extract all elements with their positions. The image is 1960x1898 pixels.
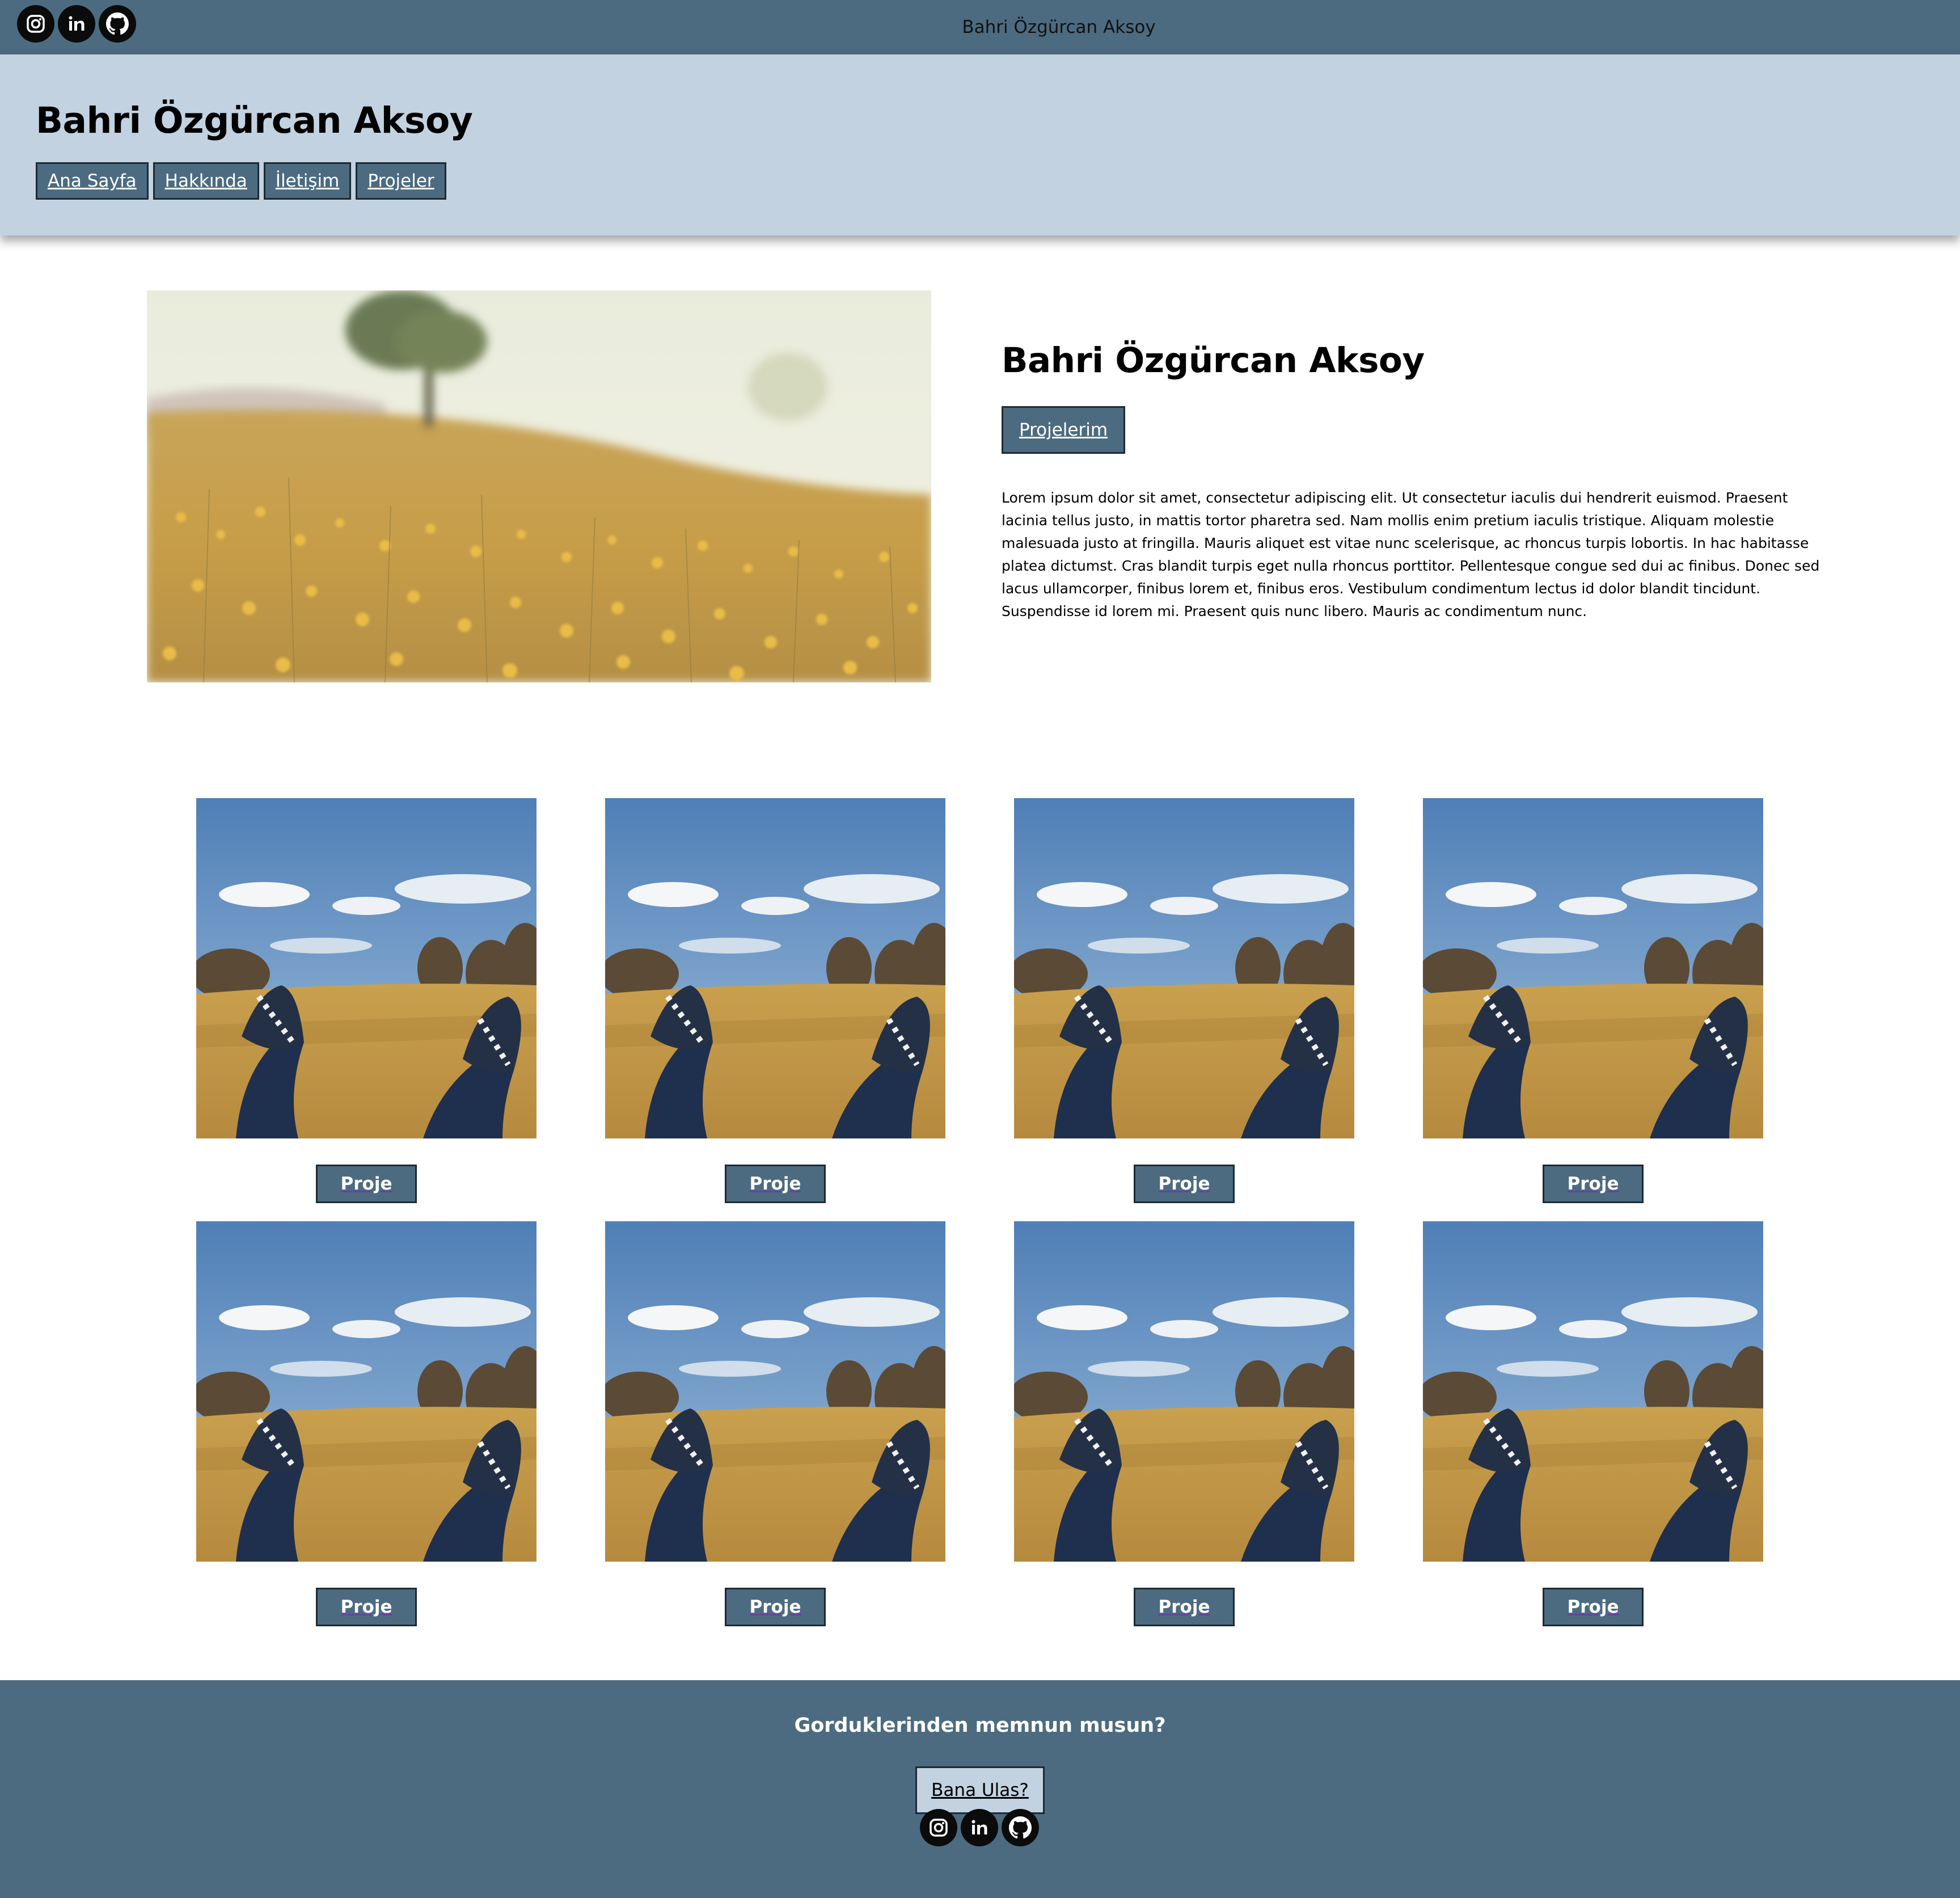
github-icon[interactable] xyxy=(99,5,136,43)
project-button[interactable]: Proje xyxy=(1134,1588,1235,1626)
linkedin-icon[interactable] xyxy=(58,5,95,43)
project-thumbnail xyxy=(1423,1221,1763,1562)
linkedin-icon[interactable] xyxy=(961,1809,998,1846)
nav-about[interactable]: Hakkında xyxy=(153,162,259,200)
project-thumbnail xyxy=(605,798,945,1138)
project-thumbnail xyxy=(196,1221,537,1562)
project-thumbnail xyxy=(605,1221,945,1562)
project-button[interactable]: Proje xyxy=(1543,1588,1644,1626)
contact-me-button[interactable]: Bana Ulas? xyxy=(915,1766,1045,1814)
hero-description: Lorem ipsum dolor sit amet, consectetur … xyxy=(1002,490,1820,619)
footer: Gorduklerinden memnun musun? Bana Ulas? xyxy=(0,1680,1960,1898)
social-links xyxy=(17,5,136,43)
project-thumbnail xyxy=(1423,798,1763,1138)
project-button[interactable]: Proje xyxy=(1543,1165,1644,1203)
project-thumbnail xyxy=(1014,798,1354,1138)
top-bar: Bahri Özgürcan Aksoy xyxy=(0,0,1960,54)
main-nav: Ana Sayfa Hakkında İletişim Projeler xyxy=(36,162,446,200)
footer-question: Gorduklerinden memnun musun? xyxy=(794,1714,1166,1737)
footer-social-links xyxy=(920,1809,1039,1846)
my-projects-button[interactable]: Projelerim xyxy=(1002,406,1125,454)
hero-title: Bahri Özgürcan Aksoy xyxy=(1002,340,1425,381)
project-button[interactable]: Proje xyxy=(316,1165,417,1203)
github-icon[interactable] xyxy=(1002,1809,1039,1846)
nav-projects[interactable]: Projeler xyxy=(356,162,446,200)
hero-image xyxy=(147,290,931,682)
site-name: Bahri Özgürcan Aksoy xyxy=(962,17,1156,37)
project-button[interactable]: Proje xyxy=(316,1588,417,1626)
project-thumbnail xyxy=(196,798,537,1138)
nav-home[interactable]: Ana Sayfa xyxy=(36,162,149,200)
instagram-icon[interactable] xyxy=(17,5,54,43)
project-button[interactable]: Proje xyxy=(1134,1165,1235,1203)
instagram-icon[interactable] xyxy=(920,1809,957,1846)
header-title: Bahri Özgürcan Aksoy xyxy=(36,100,473,141)
project-button[interactable]: Proje xyxy=(725,1165,826,1203)
project-thumbnail xyxy=(1014,1221,1354,1562)
header: Bahri Özgürcan Aksoy Ana Sayfa Hakkında … xyxy=(0,54,1960,235)
nav-contact[interactable]: İletişim xyxy=(263,162,352,200)
project-button[interactable]: Proje xyxy=(725,1588,826,1626)
